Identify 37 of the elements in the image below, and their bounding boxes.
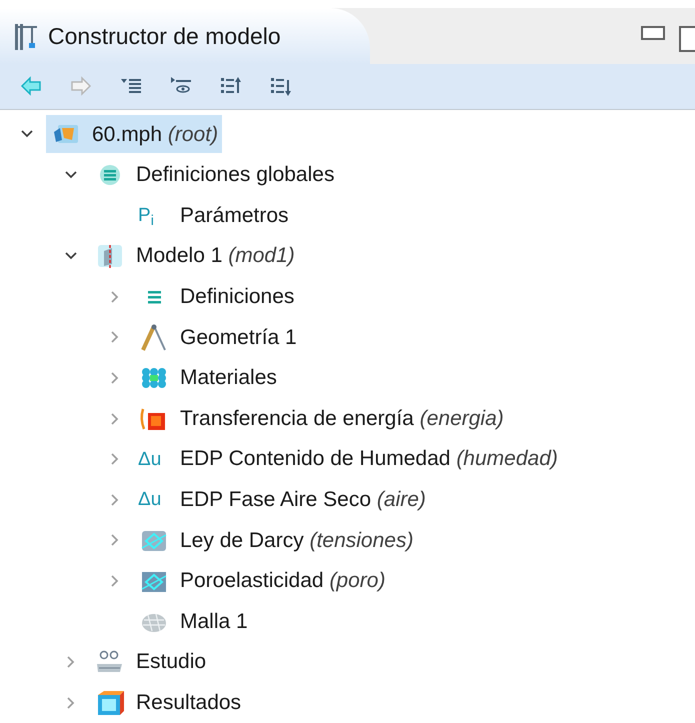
tree-item[interactable]: Transferencia de energía (energia) (134, 400, 508, 438)
tree-item-label: Poroelasticidad (poro) (180, 568, 386, 594)
tree-item[interactable]: 60.mph (root) (46, 115, 222, 154)
tree-item[interactable]: Definiciones (134, 278, 298, 316)
minimize-button[interactable] (641, 26, 665, 40)
tree-item[interactable]: Geometría 1 (134, 318, 301, 356)
maximize-button[interactable] (679, 26, 695, 52)
tree-item-label: Materiales (180, 365, 277, 392)
tree-item-label: Ley de Darcy (tensiones) (180, 528, 414, 554)
symbol-icon: P$_{i}$ (138, 206, 170, 226)
tree-item[interactable]: Poroelasticidad (poro) (134, 562, 390, 600)
tree-item-label: Malla 1 (180, 608, 248, 635)
tree-item[interactable]: Materiales (134, 358, 281, 397)
symbol-icon: Δu (138, 450, 170, 469)
tree-item[interactable]: Resultados (90, 684, 246, 722)
tree-item[interactable]: Modelo 1 (mod1) (90, 237, 299, 276)
tree-item[interactable]: Δu EDP Contenido de Humedad (humedad) (134, 440, 562, 478)
tree-item-label: Estudio (136, 649, 206, 676)
tree-item-label: Definiciones globales (136, 162, 334, 188)
tree-item-label: EDP Contenido de Humedad (humedad) (180, 446, 558, 472)
tree-item[interactable]: Definiciones globales (90, 156, 338, 194)
panel-tab[interactable]: Constructor de modelo (0, 8, 370, 64)
tree-item-label: Geometría 1 (180, 324, 297, 351)
tree-item[interactable]: Malla 1 (134, 602, 252, 641)
tree-item-label: Definiciones (180, 284, 294, 310)
tree-item-label: Resultados (136, 690, 242, 716)
tree-item[interactable]: Estudio (90, 643, 210, 682)
tree-item[interactable]: P$_{i}$ Parámetros (134, 196, 293, 235)
panel-title: Constructor de modelo (48, 22, 281, 51)
tree-item-label: Modelo 1 (mod1) (136, 243, 295, 270)
tree-item-label: Parámetros (180, 202, 289, 229)
tree-item[interactable]: Δu EDP Fase Aire Seco (aire) (134, 480, 430, 519)
tree-item-label: EDP Fase Aire Seco (aire) (180, 486, 426, 513)
tree-item-label: Transferencia de energía (energia) (180, 406, 504, 432)
tree-item-label: 60.mph (root) (92, 122, 218, 148)
tree-item[interactable]: Ley de Darcy (tensiones) (134, 521, 418, 560)
symbol-icon: Δu (138, 490, 170, 510)
